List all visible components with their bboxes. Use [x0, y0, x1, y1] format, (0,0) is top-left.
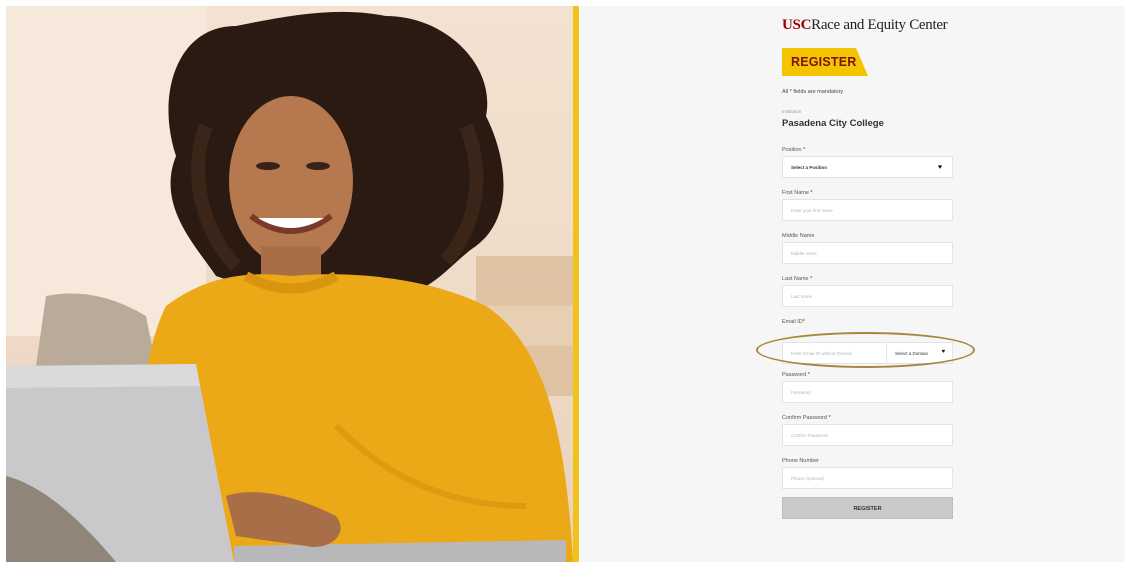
middle-name-input[interactable]: Middle name	[782, 242, 953, 264]
last-name-label: Last Name *	[782, 276, 813, 282]
password-input[interactable]: Password	[782, 381, 953, 403]
mandatory-note: All * fields are mandatory	[782, 89, 844, 95]
accent-divider	[573, 6, 579, 562]
first-name-label: First Name *	[782, 190, 813, 196]
usc-race-equity-logo: USCRace and Equity Center	[782, 17, 948, 33]
position-select-value: Select a Position	[791, 165, 828, 170]
chevron-down-icon: ♥	[937, 164, 942, 171]
institution-caption: Institution	[782, 109, 802, 114]
email-highlight-ring	[756, 332, 975, 368]
position-label: Position *	[782, 147, 806, 153]
email-label: Email ID*	[782, 319, 805, 325]
middle-name-label: Middle Name	[782, 233, 815, 239]
register-button[interactable]: REGISTER	[782, 497, 953, 519]
position-select[interactable]: Select a Position ♥	[782, 156, 953, 178]
register-banner: REGISTER	[782, 48, 868, 76]
phone-input[interactable]: Phone (optional)	[782, 467, 953, 489]
confirm-password-input[interactable]: Confirm Password	[782, 424, 953, 446]
first-name-input[interactable]: Enter your first name	[782, 199, 953, 221]
last-name-input[interactable]: Last name	[782, 285, 953, 307]
institution-name: Pasadena City College	[782, 118, 884, 129]
registration-panel: USCRace and Equity Center REGISTER All *…	[580, 6, 1125, 562]
hero-photo	[6, 6, 573, 562]
phone-label: Phone Number	[782, 458, 819, 464]
confirm-password-label: Confirm Password *	[782, 415, 831, 421]
hero-illustration	[6, 6, 573, 562]
password-label: Password *	[782, 372, 810, 378]
